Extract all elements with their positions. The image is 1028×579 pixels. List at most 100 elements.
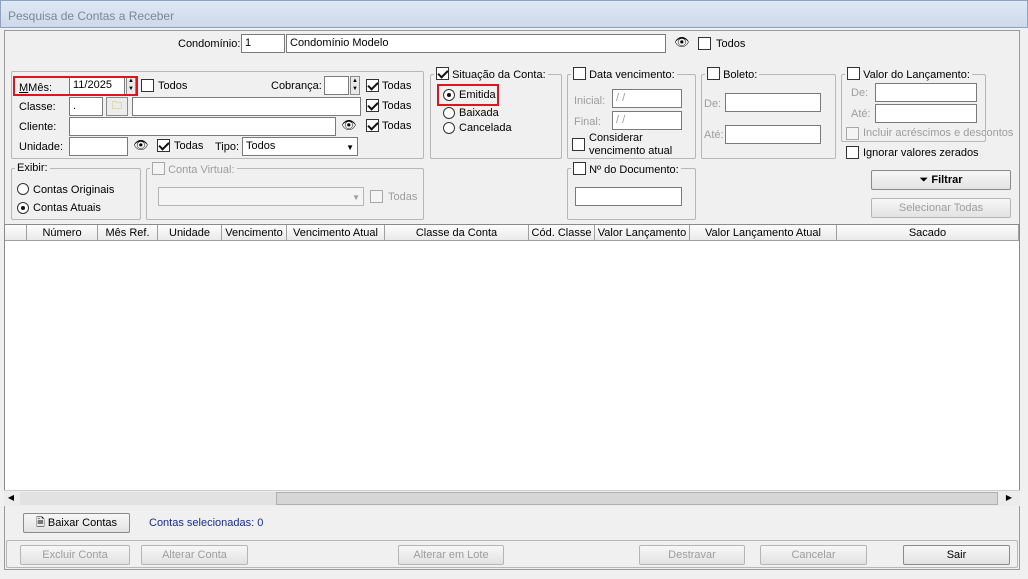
classe-name-input[interactable]: [132, 97, 361, 116]
grid-row-indicator-header: [5, 225, 27, 241]
cobranca-spinner[interactable]: ▲ ▼: [350, 76, 360, 95]
grid-horizontal-scrollbar[interactable]: ◀ ▶: [4, 490, 1020, 506]
exibir-originais-radio[interactable]: [17, 183, 29, 195]
grid-header-sacado[interactable]: Sacado: [837, 225, 1019, 241]
documento-checkbox[interactable]: [573, 162, 586, 175]
condominio-todos-label: Todos: [716, 38, 746, 50]
boleto-de-label: De:: [704, 98, 722, 110]
cliente-input[interactable]: [69, 117, 336, 136]
scroll-right-icon[interactable]: ▶: [1002, 493, 1016, 505]
grid-header-vencimento[interactable]: Vencimento: [222, 225, 287, 241]
cobranca-todas-checkbox[interactable]: [366, 79, 379, 92]
excluir-conta-button[interactable]: Excluir Conta: [20, 545, 130, 565]
unidade-label: Unidade:: [19, 141, 64, 153]
grid-header-valor-lancamento-atual[interactable]: Valor Lançamento Atual: [690, 225, 837, 241]
condominio-name-input[interactable]: Condomínio Modelo: [286, 34, 666, 53]
chevron-down-icon: ▼: [346, 143, 354, 152]
boleto-de-input[interactable]: [725, 93, 821, 112]
alterar-conta-button[interactable]: Alterar Conta: [141, 545, 248, 565]
cancelar-button[interactable]: Cancelar: [760, 545, 867, 565]
documento-title: Nº do Documento:: [571, 162, 681, 176]
folder-icon[interactable]: 🗀: [106, 97, 128, 116]
grid-header-mes-ref[interactable]: Mês Ref.: [98, 225, 158, 241]
situacao-baixada-radio[interactable]: [443, 107, 455, 119]
baixar-contas-button[interactable]: 🗎 Baixar Contas: [23, 513, 130, 533]
classe-todas-label: Todas: [382, 100, 412, 112]
cliente-todas-checkbox[interactable]: [366, 119, 379, 132]
situacao-baixada-label: Baixada: [459, 107, 499, 119]
conta-virtual-select[interactable]: ▼: [158, 187, 364, 206]
documento-input[interactable]: [575, 187, 682, 206]
exibir-atuais-label: Contas Atuais: [33, 202, 101, 214]
conta-virtual-title: Conta Virtual:: [150, 162, 237, 176]
grid-header-vencimento-atual[interactable]: Vencimento Atual: [287, 225, 385, 241]
cobranca-label: Cobrança:: [271, 80, 322, 92]
incluir-acrescimos-checkbox[interactable]: [846, 127, 859, 140]
exibir-title: Exibir:: [15, 162, 50, 174]
contas-selecionadas-status: Contas selecionadas: 0: [149, 517, 264, 529]
final-date-input[interactable]: / /: [612, 111, 682, 130]
boleto-title: Boleto:: [705, 67, 760, 81]
exibir-originais-label: Contas Originais: [33, 184, 115, 196]
classe-label: Classe:: [19, 101, 56, 113]
binoculars-icon[interactable]: 👁: [672, 35, 692, 52]
condominio-code-input[interactable]: 1: [241, 34, 285, 53]
grid-header-cod-classe[interactable]: Cód. Classe: [529, 225, 595, 241]
selecionar-todas-button[interactable]: Selecionar Todas: [871, 198, 1011, 218]
window-title: Pesquisa de Contas a Receber: [8, 9, 175, 23]
data-vencimento-checkbox[interactable]: [573, 67, 586, 80]
tipo-select[interactable]: Todos ▼: [242, 137, 358, 156]
alterar-em-lote-button[interactable]: Alterar em Lote: [398, 545, 504, 565]
boleto-group: [701, 74, 836, 159]
exibir-atuais-radio[interactable]: [17, 202, 29, 214]
unidade-input[interactable]: [69, 137, 128, 156]
grid-header-valor-lancamento[interactable]: Valor Lançamento: [595, 225, 690, 241]
conta-virtual-checkbox[interactable]: [152, 162, 165, 175]
situacao-cancelada-radio[interactable]: [443, 122, 455, 134]
binoculars-icon[interactable]: 👁: [339, 118, 359, 135]
destravar-button[interactable]: Destravar: [639, 545, 745, 565]
considerar-label-2: vencimento atual: [589, 145, 673, 157]
cobranca-input[interactable]: [324, 76, 349, 95]
binoculars-icon[interactable]: 👁: [131, 138, 151, 155]
grid-header-numero[interactable]: Número: [27, 225, 98, 241]
boleto-ate-label: Até:: [704, 129, 724, 141]
contas-grid[interactable]: Número Mês Ref. Unidade Vencimento Venci…: [4, 224, 1020, 506]
ignorar-zerados-label: Ignorar valores zerados: [863, 147, 979, 159]
classe-code-input[interactable]: .: [69, 97, 103, 116]
valor-lancamento-checkbox[interactable]: [847, 67, 860, 80]
conta-virtual-todas-checkbox[interactable]: [370, 190, 383, 203]
situacao-title: Situação da Conta:: [434, 67, 548, 81]
unidade-todas-label: Todas: [174, 140, 204, 152]
valor-ate-input[interactable]: [875, 104, 977, 123]
situacao-checkbox[interactable]: [436, 67, 449, 80]
condominio-todos-checkbox[interactable]: [698, 37, 711, 50]
tipo-label: Tipo:: [215, 141, 240, 153]
form-icon: 🗎: [35, 517, 45, 529]
valor-ate-label: Até:: [851, 108, 871, 120]
ignorar-zerados-checkbox[interactable]: [846, 146, 859, 159]
classe-todas-checkbox[interactable]: [366, 99, 379, 112]
tipo-selected-value: Todos: [246, 140, 276, 152]
unidade-todas-checkbox[interactable]: [157, 139, 170, 152]
grid-header-classe-conta[interactable]: Classe da Conta: [385, 225, 529, 241]
emitida-highlight: [437, 84, 499, 106]
cobranca-todas-label: Todas: [382, 80, 412, 92]
inicial-date-input[interactable]: / /: [612, 89, 682, 108]
considerar-label-1: Considerar: [589, 132, 643, 144]
scroll-track[interactable]: [20, 492, 276, 505]
boleto-checkbox[interactable]: [707, 67, 720, 80]
data-vencimento-title: Data vencimento:: [571, 67, 677, 81]
filtrar-button[interactable]: ⏷ Filtrar: [871, 170, 1011, 190]
considerar-checkbox[interactable]: [572, 138, 585, 151]
boleto-ate-input[interactable]: [725, 125, 821, 144]
scroll-left-icon[interactable]: ◀: [4, 493, 18, 505]
conta-virtual-todas-label: Todas: [388, 191, 418, 203]
title-bar: Pesquisa de Contas a Receber: [0, 0, 1028, 28]
mes-todos-checkbox[interactable]: [141, 79, 154, 92]
valor-de-input[interactable]: [875, 83, 977, 102]
grid-header-unidade[interactable]: Unidade: [158, 225, 222, 241]
scroll-thumb[interactable]: [276, 492, 998, 505]
cliente-todas-label: Todas: [382, 120, 412, 132]
sair-button[interactable]: Sair: [903, 545, 1010, 565]
